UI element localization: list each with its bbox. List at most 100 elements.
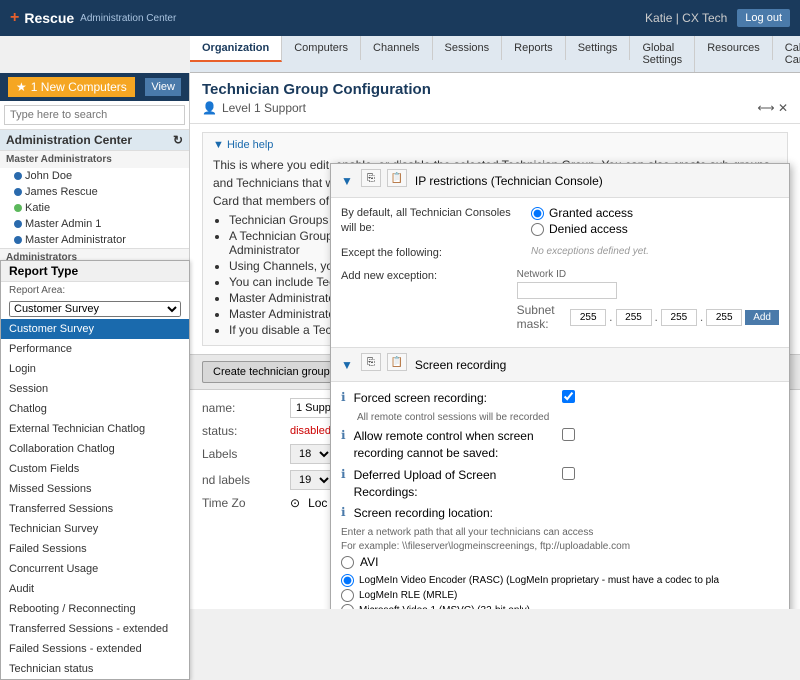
logo-plus: + — [10, 9, 19, 27]
ip-section-toggle[interactable]: ▼ — [341, 174, 353, 188]
dropdown-item-custom-fields[interactable]: Custom Fields — [1, 459, 189, 479]
forced-note: All remote control sessions will be reco… — [357, 412, 779, 423]
screen-icons-row: ⎘ 📋 — [361, 353, 407, 371]
forced-label: Forced screen recording: — [354, 390, 554, 407]
format-radio-3[interactable] — [341, 604, 354, 609]
format-label-3: Microsoft Video 1 (MSVC) (32-bit only) — [359, 605, 530, 609]
dropdown-item-ext-tech-chatlog[interactable]: External Technician Chatlog — [1, 419, 189, 439]
expand-icon[interactable]: ⟷ ✕ — [757, 101, 788, 115]
refresh-icon[interactable]: ↻ — [173, 133, 183, 147]
tree-item-james-rescue[interactable]: James Rescue — [0, 184, 189, 200]
dropdown-item-collab-chatlog[interactable]: Collaboration Chatlog — [1, 439, 189, 459]
network-id-input[interactable] — [517, 282, 617, 299]
tree-item-master-administrator[interactable]: Master Administrator — [0, 232, 189, 248]
create-group-button[interactable]: Create technician group — [202, 361, 341, 383]
custom-labels-select[interactable]: 19 — [290, 470, 333, 490]
radio-granted-input[interactable] — [531, 207, 544, 220]
dropdown-item-audit[interactable]: Audit — [1, 579, 189, 599]
format-section: LogMeIn Video Encoder (RASC) (LogMeIn pr… — [341, 574, 779, 609]
dropdown-item-rebooting[interactable]: Rebooting / Reconnecting — [1, 599, 189, 609]
help-toggle[interactable]: ▼ Hide help — [213, 139, 777, 151]
logout-button[interactable]: Log out — [737, 9, 790, 27]
nav-resources[interactable]: Resources — [695, 36, 773, 60]
dropdown-item-login[interactable]: Login — [1, 359, 189, 379]
page-subtitle: 👤 Level 1 Support ⟷ ✕ — [202, 101, 788, 115]
screen-paste-icon[interactable]: 📋 — [387, 353, 407, 371]
view-button[interactable]: View — [145, 78, 181, 96]
format-radio-2[interactable] — [341, 589, 354, 602]
copy-icon[interactable]: ⎘ — [361, 169, 381, 187]
user-icon: 👤 — [202, 101, 217, 115]
report-area-select[interactable]: Customer Survey — [9, 301, 181, 317]
avi-radio[interactable] — [341, 556, 354, 569]
report-area-label: Report Type — [9, 264, 78, 278]
screen-section-toggle[interactable]: ▼ — [341, 358, 353, 372]
subnet-4-input[interactable] — [706, 309, 742, 326]
nav-computers[interactable]: Computers — [282, 36, 361, 60]
dropdown-item-transferred-sessions[interactable]: Transferred Sessions — [1, 499, 189, 519]
nav-calling-card[interactable]: Calling Card — [773, 36, 800, 72]
nav-global-settings[interactable]: Global Settings — [630, 36, 695, 72]
forced-row: ℹ Forced screen recording: — [341, 390, 779, 407]
ip-restrictions-title: IP restrictions (Technician Console) — [415, 174, 603, 188]
screen-copy-icon[interactable]: ⎘ — [361, 353, 381, 371]
main-layout: ★ 1 New Computers View Administration Ce… — [0, 73, 800, 609]
search-input[interactable] — [4, 105, 185, 125]
nav-bar: Organization Computers Channels Sessions… — [190, 36, 800, 73]
screen-recording-title: Screen recording — [415, 358, 506, 372]
info-icon: ℹ — [341, 390, 346, 404]
dropdown-item-customer-survey[interactable]: Customer Survey — [1, 319, 189, 339]
add-exception-button[interactable]: Add — [745, 310, 779, 325]
tree-item-katie[interactable]: Katie — [0, 200, 189, 216]
allow-row: ℹ Allow remote control when screen recor… — [341, 428, 779, 462]
status-value: disabled — [290, 425, 331, 437]
star-icon: ★ — [16, 80, 27, 94]
report-type-dropdown: Report Type Report Area: Customer Survey… — [0, 260, 190, 609]
logo: + Rescue — [10, 9, 74, 27]
info-icon-2: ℹ — [341, 428, 346, 442]
new-computers-button[interactable]: ★ 1 New Computers — [8, 77, 135, 97]
admin-center-section: Administration Center ↻ — [0, 130, 189, 150]
format-radio-1[interactable] — [341, 574, 354, 587]
name-label: name: — [202, 401, 282, 415]
location-value: Loc — [308, 496, 327, 510]
ip-options: Granted access Denied access — [531, 206, 779, 238]
tree-item-john-doe[interactable]: John Doe — [0, 168, 189, 184]
labels-select[interactable]: 18 — [290, 444, 333, 464]
dot-icon — [14, 220, 22, 228]
dropdown-item-chatlog[interactable]: Chatlog — [1, 399, 189, 419]
nav-sessions[interactable]: Sessions — [433, 36, 503, 60]
radio-denied: Denied access — [531, 222, 779, 236]
deferred-checkbox[interactable] — [562, 467, 575, 480]
nav-organization[interactable]: Organization — [190, 36, 282, 62]
timezone-icon: ⊙ — [290, 496, 300, 510]
subnet-2-input[interactable] — [616, 309, 652, 326]
nav-reports[interactable]: Reports — [502, 36, 566, 60]
dot-icon — [14, 172, 22, 180]
dropdown-item-session[interactable]: Session — [1, 379, 189, 399]
dropdown-item-missed-sessions[interactable]: Missed Sessions — [1, 479, 189, 499]
subnet-3-input[interactable] — [661, 309, 697, 326]
dot-icon — [14, 236, 22, 244]
dropdown-item-performance[interactable]: Performance — [1, 339, 189, 359]
tree-item-master-admin-1[interactable]: Master Admin 1 — [0, 216, 189, 232]
nav-settings[interactable]: Settings — [566, 36, 631, 60]
location-example: For example: \\fileserver\logmeinscreeni… — [341, 541, 779, 552]
paste-icon[interactable]: 📋 — [387, 169, 407, 187]
network-id-label: Network ID — [517, 269, 779, 280]
ip-add-label: Add new exception: — [341, 269, 507, 284]
admin-center-section-label: Administration Center — [6, 133, 132, 147]
format-label-1: LogMeIn Video Encoder (RASC) (LogMeIn pr… — [359, 575, 719, 586]
dropdown-item-failed-sessions[interactable]: Failed Sessions — [1, 539, 189, 559]
forced-checkbox[interactable] — [562, 390, 575, 403]
subnet-1-input[interactable] — [570, 309, 606, 326]
allow-checkbox[interactable] — [562, 428, 575, 441]
radio-denied-input[interactable] — [531, 223, 544, 236]
ip-icons-row: ⎘ 📋 — [361, 169, 407, 187]
avi-label: AVI — [360, 555, 378, 569]
dropdown-item-concurrent-usage[interactable]: Concurrent Usage — [1, 559, 189, 579]
report-area-sub: Report Area: — [1, 282, 189, 299]
dropdown-item-tech-survey[interactable]: Technician Survey — [1, 519, 189, 539]
nav-channels[interactable]: Channels — [361, 36, 432, 60]
screen-rec-content: ℹ Forced screen recording: All remote co… — [331, 382, 789, 609]
